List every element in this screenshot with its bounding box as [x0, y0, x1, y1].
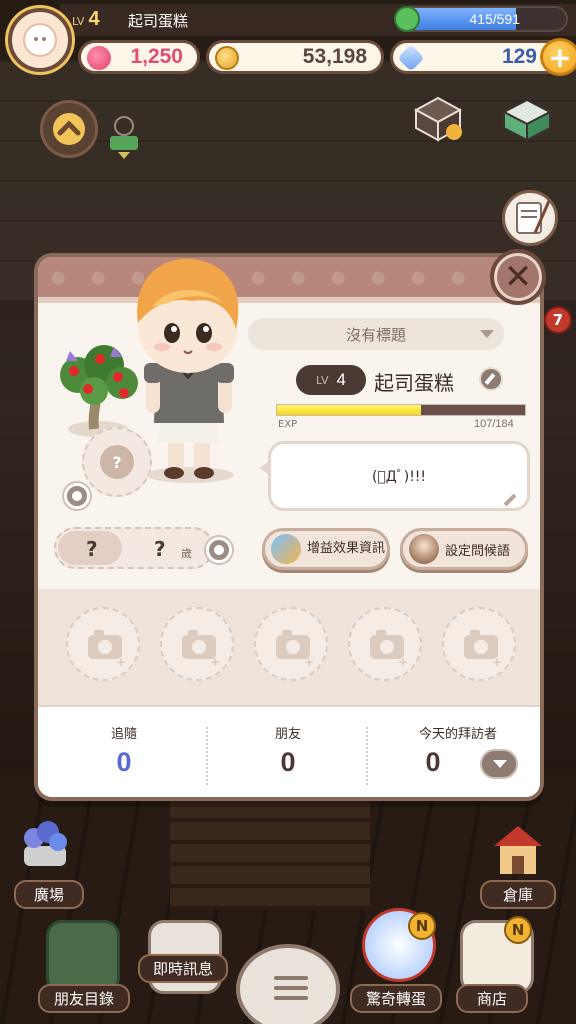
build-mode-icon[interactable] [410, 92, 466, 148]
hud-level-value: 4 [88, 8, 100, 30]
plus-icon: + [116, 655, 127, 669]
age-settings-gear-icon[interactable] [206, 537, 232, 563]
plus-icon: + [492, 655, 503, 669]
mail-count-badge: 7 [544, 306, 572, 334]
couple-kids-icon: ? [58, 531, 122, 565]
storage-box-icon[interactable] [498, 92, 556, 150]
energy-text: 415/591 [469, 11, 520, 27]
dropdown-arrow-icon [480, 330, 494, 338]
buff-info-label: 增益效果資訊 [307, 540, 386, 556]
status-message-box[interactable]: (ﾟДﾟ)!!! [259, 441, 530, 511]
close-button[interactable]: ✕ [490, 249, 546, 305]
buff-people-icon [271, 534, 301, 564]
heart-icon [87, 46, 111, 70]
menu-shop[interactable]: 商店 [456, 984, 528, 1013]
hearts-value: 1,250 [130, 45, 183, 68]
photo-slot[interactable]: + [254, 607, 328, 681]
profile-level-label: LV [316, 373, 329, 387]
player-avatar[interactable] [8, 8, 72, 72]
menu-plaza[interactable]: 廣場 [14, 880, 84, 909]
stat-followers[interactable]: 追隨 0 [44, 707, 204, 797]
main-menu-button[interactable] [236, 944, 340, 1024]
gems-value: 129 [501, 45, 537, 68]
title-select-value: 沒有標題 [345, 325, 406, 344]
avatar-face-icon [23, 23, 57, 57]
photo-slot[interactable]: + [66, 607, 140, 681]
profile-name: 起司蛋糕 [374, 371, 454, 395]
photo-slot[interactable]: + [160, 607, 234, 681]
status-message-text: (ﾟДﾟ)!!! [371, 469, 427, 485]
exp-label: EXP [278, 419, 298, 430]
edit-message-pencil-icon [503, 493, 517, 507]
menu-warehouse[interactable]: 倉庫 [480, 880, 556, 909]
expand-up-button[interactable] [40, 100, 98, 158]
menu-line-icon [274, 996, 308, 1000]
exp-bar-fill [277, 405, 421, 415]
plaza-flower-icon [14, 812, 76, 870]
gear-icon[interactable] [64, 483, 90, 509]
hud-player-name: 起司蛋糕 [128, 12, 189, 30]
menu-gacha[interactable]: 驚奇轉蛋 [350, 984, 442, 1013]
leaf-energy-icon [394, 6, 420, 32]
shop-new-badge: N [504, 916, 532, 944]
coins-value: 53,198 [302, 45, 367, 68]
coins-counter[interactable]: 53,198 [206, 40, 384, 74]
menu-line-icon [274, 976, 308, 980]
gem-icon [397, 44, 425, 72]
set-greeting-button[interactable]: 設定問候語 [400, 528, 528, 570]
visitors-label: 今天的拜訪者 [418, 727, 497, 742]
quest-marker-icon[interactable] [104, 112, 144, 162]
chevron-up-icon [53, 113, 85, 145]
kids-question: ? [86, 537, 98, 561]
profile-level-badge: LV 4 [296, 365, 366, 395]
energy-bar: 415/591 [396, 6, 568, 32]
profile-level-value: 4 [336, 370, 346, 389]
age-value: ? [154, 537, 166, 561]
social-stats: 追隨 0 朋友 0 今天的拜訪者 0 [38, 705, 540, 797]
friends-label: 朋友 [274, 727, 301, 742]
greeting-avatar-icon [409, 534, 439, 564]
buy-gems-plus-button[interactable]: + [540, 38, 576, 76]
followers-value: 0 [116, 747, 132, 777]
menu-line-icon [274, 986, 308, 990]
title-select-dropdown[interactable]: 沒有標題 [248, 318, 504, 350]
hud-level-label: LV [72, 15, 85, 28]
photo-slot[interactable]: + [348, 607, 422, 681]
profile-panel: ? 沒有標題 LV 4 起司蛋糕 EXP 107/184 (ﾟДﾟ)!!! ? … [34, 253, 544, 801]
hearts-counter[interactable]: 1,250 [78, 40, 200, 74]
hud-level: LV 4 [72, 8, 100, 31]
edit-name-pencil-icon[interactable] [479, 367, 503, 391]
exp-value: 107/184 [474, 418, 514, 430]
coin-icon [215, 46, 239, 70]
buff-info-button[interactable]: 增益效果資訊 [262, 528, 390, 570]
plus-icon: + [210, 655, 221, 669]
visitors-expand-button[interactable] [480, 749, 518, 779]
plus-icon: + [304, 655, 315, 669]
close-icon: ✕ [503, 257, 533, 297]
age-unit: 歲 [181, 547, 192, 560]
followers-label: 追隨 [110, 727, 137, 742]
quest-board-icon[interactable] [502, 190, 558, 246]
menu-friend-list[interactable]: 朋友目錄 [38, 984, 130, 1013]
exp-bar [276, 404, 526, 416]
set-greeting-label: 設定問候語 [445, 543, 511, 559]
photo-album-row: + + + + + [38, 589, 540, 705]
gacha-new-badge: N [408, 912, 436, 940]
photo-slot[interactable]: + [442, 607, 516, 681]
plus-icon: + [398, 655, 409, 669]
friend-list-book-icon [46, 920, 120, 994]
player-character-avatar [112, 257, 262, 487]
menu-instant-messages[interactable]: 即時訊息 [138, 954, 228, 983]
warehouse-house-icon [486, 820, 550, 880]
